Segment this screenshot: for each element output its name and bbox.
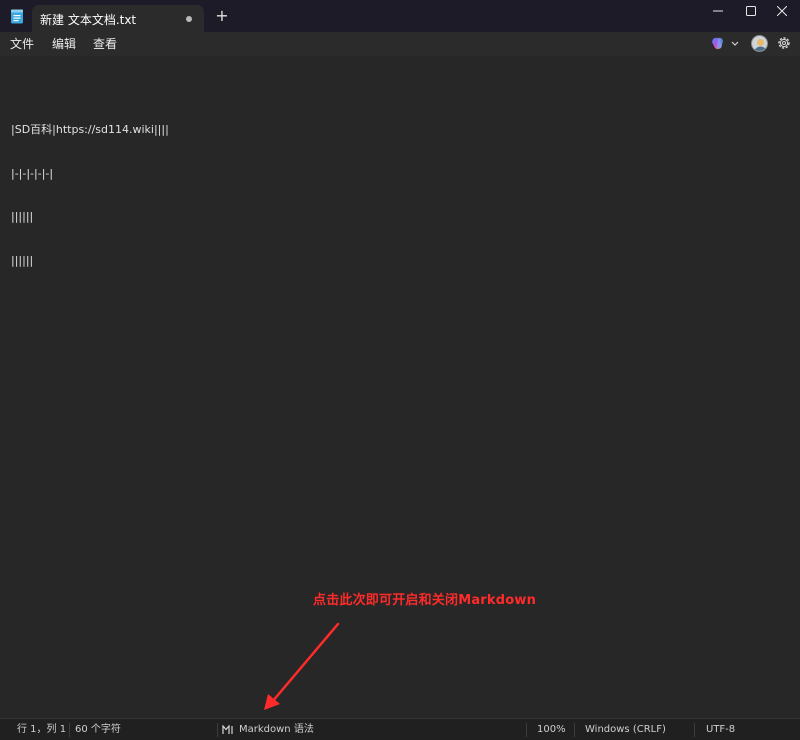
gear-icon[interactable] (776, 35, 792, 51)
tab-document[interactable]: 新建 文本文档.txt (32, 5, 204, 32)
maximize-icon (746, 6, 756, 16)
annotation-arrow-icon (264, 622, 340, 710)
new-tab-button[interactable]: + (213, 7, 231, 25)
status-divider (694, 723, 695, 737)
title-bar: 新建 文本文档.txt + (0, 0, 800, 32)
text-line: |SD百科|https://sd114.wiki|||| (11, 123, 169, 136)
menu-file[interactable]: 文件 (10, 35, 34, 53)
status-bar: 行 1，列 1 60 个字符 Markdown 语法 100% Windows … (0, 718, 800, 740)
encoding[interactable]: UTF-8 (706, 723, 735, 737)
annotation-text: 点击此次即可开启和关闭Markdown (313, 593, 537, 608)
minimize-button[interactable] (700, 0, 736, 24)
menu-edit[interactable]: 编辑 (52, 35, 76, 53)
status-divider (526, 723, 527, 737)
markdown-icon[interactable] (222, 725, 234, 735)
status-divider (69, 723, 70, 737)
copilot-icon[interactable] (710, 36, 740, 52)
text-line: |||||| (11, 210, 34, 223)
text-line: |-|-|-|-|-| (11, 166, 54, 180)
cursor-position[interactable]: 行 1，列 1 (17, 723, 66, 737)
status-divider (217, 723, 218, 737)
avatar-icon[interactable] (751, 35, 768, 52)
minimize-icon (713, 10, 723, 12)
markdown-toggle[interactable]: Markdown 语法 (239, 723, 314, 737)
menu-bar: 文件 编辑 查看 (0, 32, 800, 56)
zoom-level[interactable]: 100% (537, 723, 566, 737)
editor-text[interactable]: |SD百科|https://sd114.wiki|||| |-|-|-|-|-|… (11, 94, 169, 297)
editor-area[interactable]: |SD百科|https://sd114.wiki|||| |-|-|-|-|-|… (0, 56, 800, 718)
tab-title: 新建 文本文档.txt (40, 13, 137, 27)
menu-view[interactable]: 查看 (93, 35, 117, 53)
line-ending[interactable]: Windows (CRLF) (585, 723, 666, 737)
status-divider (574, 723, 575, 737)
text-line: |||||| (11, 253, 34, 267)
close-button[interactable] (764, 0, 800, 24)
notepad-icon (11, 9, 23, 24)
unsaved-dot-icon[interactable] (186, 16, 192, 22)
char-count: 60 个字符 (75, 724, 121, 735)
close-icon (777, 6, 787, 16)
